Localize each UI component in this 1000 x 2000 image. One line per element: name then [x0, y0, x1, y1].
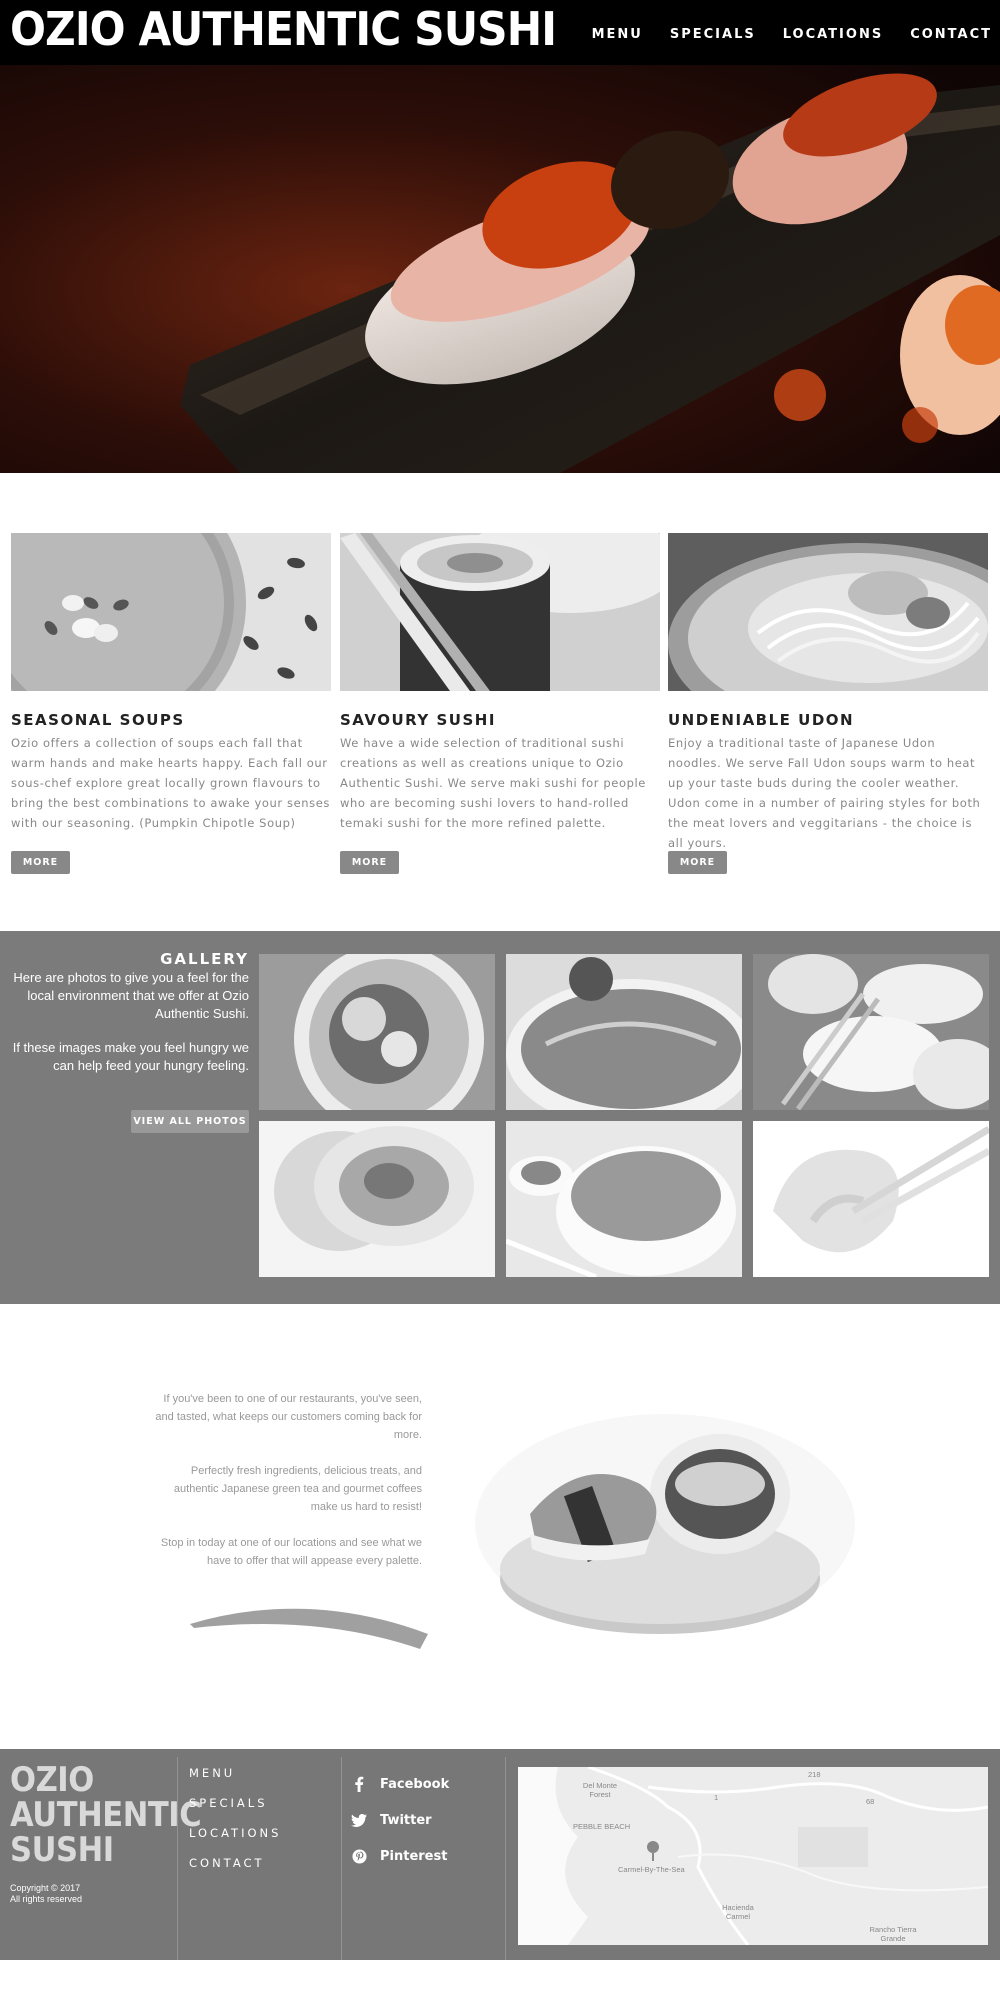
main-nav: MENU SPECIALS LOCATIONS CONTACT	[592, 27, 992, 42]
footer-nav-specials[interactable]: SPECIALS	[189, 1796, 281, 1826]
feature-title: SEASONAL SOUPS	[11, 711, 185, 729]
gallery-thumb-roll[interactable]	[259, 1121, 495, 1277]
map-route-label: 218	[808, 1770, 821, 1779]
twitter-link[interactable]: Twitter	[350, 1802, 449, 1838]
map-label: Rancho Tierra Grande	[869, 1925, 917, 1943]
location-map[interactable]: Del Monte Forest PEBBLE BEACH Carmel-By-…	[518, 1767, 988, 1945]
brush-stroke-decoration	[190, 1608, 428, 1649]
map-route-label: 68	[866, 1797, 875, 1806]
view-all-photos-button[interactable]: VIEW ALL PHOTOS	[131, 1110, 249, 1133]
pinterest-label: Pinterest	[380, 1848, 448, 1864]
facebook-label: Facebook	[380, 1776, 450, 1792]
feature-text: We have a wide selection of traditional …	[340, 736, 646, 830]
hero-sushi-image	[0, 65, 1000, 473]
footer-logo[interactable]: OZIO AUTHENTIC SUSHI	[10, 1760, 202, 1870]
footer-social: Facebook Twitter Pinterest	[350, 1766, 449, 1874]
feature-undeniable-udon: UNDENIABLE UDON Enjoy a traditional tast…	[668, 533, 988, 874]
gallery-thumb-nigiri[interactable]	[753, 954, 989, 1110]
gallery-thumb-salad[interactable]	[259, 954, 495, 1110]
nav-locations[interactable]: LOCATIONS	[783, 27, 883, 42]
footer-nav-contact[interactable]: CONTACT	[189, 1856, 281, 1886]
map-label: Carmel-By-The-Sea	[618, 1865, 685, 1874]
more-button[interactable]: MORE	[11, 851, 70, 874]
sushi-photo	[340, 533, 660, 691]
feature-seasonal-soups: SEASONAL SOUPS Ozio offers a collection …	[11, 533, 331, 874]
site-logo[interactable]: OZIO AUTHENTIC SUSHI	[10, 2, 557, 56]
about-section: If you've been to one of our restaurants…	[0, 1304, 1000, 1749]
footer-nav-locations[interactable]: LOCATIONS	[189, 1826, 281, 1856]
about-paragraph-2: Perfectly fresh ingredients, delicious t…	[173, 1465, 422, 1513]
gallery-section: GALLERY Here are photos to give you a fe…	[0, 931, 1000, 1304]
gallery-intro: GALLERY Here are photos to give you a fe…	[0, 950, 249, 1075]
gallery-thumb-bowl[interactable]	[506, 1121, 742, 1277]
pinterest-icon	[350, 1847, 368, 1865]
feature-text: Enjoy a traditional taste of Japanese Ud…	[668, 736, 981, 850]
map-route-label: 1	[714, 1793, 719, 1802]
features-section: SEASONAL SOUPS Ozio offers a collection …	[0, 533, 1000, 893]
map-label: PEBBLE BEACH	[573, 1822, 631, 1831]
nav-contact[interactable]: CONTACT	[910, 27, 992, 42]
feature-title: SAVOURY SUSHI	[340, 711, 496, 729]
footer-logo-line: AUTHENTIC	[10, 1795, 202, 1835]
facebook-icon	[350, 1775, 368, 1793]
gallery-thumb-soup[interactable]	[506, 954, 742, 1110]
feature-title: UNDENIABLE UDON	[668, 711, 855, 729]
footer-divider	[341, 1757, 342, 1960]
rights-text: All rights reserved	[10, 1894, 83, 1904]
map-label: Hacienda Carmel	[722, 1903, 754, 1921]
udon-photo	[668, 533, 988, 691]
more-button[interactable]: MORE	[668, 851, 727, 874]
about-text: If you've been to one of our restaurants…	[150, 1390, 422, 1588]
feature-savoury-sushi: SAVOURY SUSHI We have a wide selection o…	[340, 533, 660, 874]
footer-divider	[505, 1757, 506, 1960]
about-paragraph-3: Stop in today at one of our locations an…	[160, 1537, 422, 1567]
nav-specials[interactable]: SPECIALS	[670, 27, 756, 42]
footer-divider	[177, 1757, 178, 1960]
copyright-text: Copyright © 2017	[10, 1883, 81, 1893]
gallery-thumb-shrimp[interactable]	[753, 1121, 989, 1277]
footer-nav: MENU SPECIALS LOCATIONS CONTACT	[189, 1766, 281, 1886]
map-label: Del Monte Forest	[582, 1781, 618, 1799]
twitter-label: Twitter	[380, 1812, 432, 1828]
soup-photo	[11, 533, 331, 691]
site-footer: OZIO AUTHENTIC SUSHI Copyright © 2017 Al…	[0, 1749, 1000, 1960]
footer-logo-line: OZIO	[10, 1760, 94, 1800]
site-header: OZIO AUTHENTIC SUSHI MENU SPECIALS LOCAT…	[0, 0, 1000, 65]
footer-nav-menu[interactable]: MENU	[189, 1766, 281, 1796]
footer-copyright: Copyright © 2017 All rights reserved	[10, 1883, 82, 1905]
nav-menu[interactable]: MENU	[592, 27, 643, 42]
feature-text: Ozio offers a collection of soups each f…	[11, 736, 331, 830]
sushi-platter-image	[475, 1414, 855, 1634]
gallery-title: GALLERY	[160, 950, 249, 968]
gallery-text-2: If these images make you feel hungry we …	[12, 1040, 249, 1073]
about-paragraph-1: If you've been to one of our restaurants…	[155, 1393, 422, 1441]
pinterest-link[interactable]: Pinterest	[350, 1838, 449, 1874]
facebook-link[interactable]: Facebook	[350, 1766, 449, 1802]
more-button[interactable]: MORE	[340, 851, 399, 874]
gallery-text-1: Here are photos to give you a feel for t…	[13, 970, 249, 1021]
footer-logo-line: SUSHI	[10, 1830, 114, 1870]
twitter-icon	[350, 1811, 368, 1829]
